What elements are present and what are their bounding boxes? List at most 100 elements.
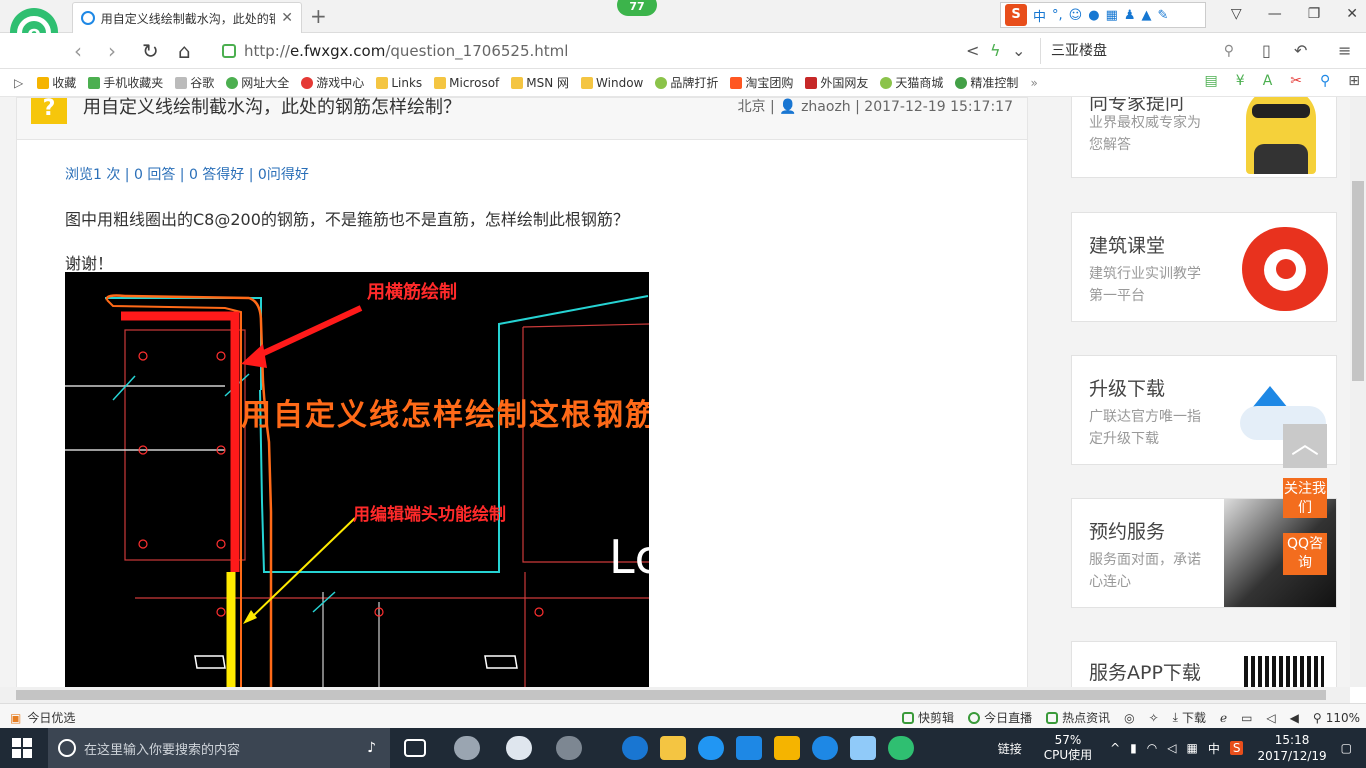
search-icon[interactable]: ⚲ <box>1224 38 1234 64</box>
bookmark-item[interactable]: 网址大全 <box>226 74 289 91</box>
horizontal-scrollbar[interactable] <box>0 687 1350 703</box>
ime-lang-indicator[interactable]: 中 <box>1033 6 1046 25</box>
fan-app-icon[interactable] <box>454 736 480 760</box>
bookmark-item[interactable]: 外国网友 <box>805 74 868 91</box>
sogou-ime-toolbar[interactable]: S 中 °, ☺ ● ▦ ♟ ▲ ✎ <box>1000 2 1206 28</box>
vertical-scrollbar[interactable] <box>1350 97 1366 687</box>
volume-icon[interactable]: ◁ <box>1167 741 1176 755</box>
zoom-control[interactable]: ⚲ 110% <box>1313 711 1360 725</box>
mute-icon[interactable]: ◁ <box>1266 711 1275 725</box>
cpu-meter[interactable]: 57% CPU使用 <box>1044 733 1092 763</box>
follow-us-button[interactable]: 关注我们 <box>1283 478 1327 518</box>
start-button[interactable] <box>12 738 32 758</box>
battery-icon[interactable]: ▮ <box>1130 741 1137 755</box>
notes-app-icon[interactable] <box>774 736 800 760</box>
search-icon[interactable]: ⚲ <box>1320 73 1330 89</box>
bookmark-item[interactable]: 精准控制 <box>955 74 1018 91</box>
status-tool-item[interactable]: 今日直播 <box>968 709 1032 726</box>
chevron-down-icon[interactable]: ⌄ <box>1012 41 1025 60</box>
tray-expand-icon[interactable]: ^ <box>1110 741 1120 755</box>
ie-app-icon[interactable] <box>506 736 532 760</box>
clock[interactable]: 15:18 2017/12/19 <box>1257 732 1326 764</box>
bookmark-item[interactable]: Microsof <box>434 76 499 90</box>
question-stats[interactable]: 浏览1 次 | 0 回答 | 0 答得好 | 0问得好 <box>65 164 309 184</box>
ime-emoji-icon[interactable]: ☺ <box>1069 8 1083 23</box>
g-app-icon[interactable] <box>812 736 838 760</box>
notification-badge[interactable]: 77 <box>617 0 657 16</box>
site-info-icon[interactable] <box>222 44 236 58</box>
back-to-top-button[interactable]: ︿ <box>1283 424 1327 468</box>
ime-punct-indicator[interactable]: °, <box>1052 8 1063 23</box>
book-icon[interactable]: ▤ <box>1205 73 1218 89</box>
sogou-tray-icon[interactable]: S <box>1229 741 1244 755</box>
edge-app-icon[interactable] <box>622 736 648 760</box>
close-button[interactable]: ✕ <box>1346 6 1358 22</box>
home-button[interactable]: ⌂ <box>178 39 191 63</box>
mobile-icon[interactable]: ▯ <box>1262 41 1271 60</box>
restore-button[interactable]: ❐ <box>1308 6 1321 22</box>
bookmark-item[interactable]: 游戏中心 <box>301 74 364 91</box>
browser-app-icon[interactable] <box>888 736 914 760</box>
ime-skin-icon[interactable]: ▲ <box>1142 8 1152 23</box>
ime-keyboard-icon[interactable]: ▦ <box>1106 8 1118 23</box>
notification-center-icon[interactable]: ▢ <box>1341 741 1352 755</box>
ime-user-icon[interactable]: ♟ <box>1124 8 1136 23</box>
apps-grid-icon[interactable]: ⊞ <box>1348 73 1360 89</box>
keyboard-icon[interactable]: ▦ <box>1187 741 1198 755</box>
bookmark-item[interactable]: Links <box>376 76 422 90</box>
lightning-icon[interactable]: ϟ <box>990 41 1001 60</box>
bookmark-item[interactable]: 品牌打折 <box>655 74 718 91</box>
browser-tab[interactable]: 用自定义线绘制截水沟，此处的钢筋怎样绘制？ ✕ <box>72 2 302 33</box>
links-toolbar[interactable]: 链接 <box>998 740 1022 757</box>
qq-consult-button[interactable]: QQ咨询 <box>1283 533 1327 575</box>
forward-button[interactable]: › <box>108 39 116 63</box>
card-ask-expert[interactable]: 向专家提问 业界最权威专家为您解答 <box>1071 97 1337 178</box>
ime-mode[interactable]: 中 <box>1208 740 1220 757</box>
scissors-icon[interactable]: ✂ <box>1290 73 1302 89</box>
search-input[interactable]: 三亚楼盘 ⚲ <box>1040 38 1240 64</box>
speed-icon[interactable]: ◎ <box>1124 711 1134 725</box>
tab-close-icon[interactable]: ✕ <box>281 10 293 26</box>
yuan-icon[interactable]: ¥ <box>1236 73 1245 89</box>
taskbar-search-input[interactable]: 在这里输入你要搜索的内容 ♪ <box>48 728 390 768</box>
question-author[interactable]: zhaozh <box>801 99 851 115</box>
bookmark-item[interactable]: 手机收藏夹 <box>88 74 163 91</box>
bookmark-item[interactable]: Window <box>581 76 643 90</box>
shirt-icon[interactable]: ▽ <box>1231 6 1242 22</box>
ime-settings-icon[interactable]: ✎ <box>1158 8 1169 23</box>
status-tool-item[interactable]: 快剪辑 <box>902 709 954 726</box>
ie-mode-icon[interactable]: ℯ <box>1220 711 1227 725</box>
ime-mic-icon[interactable]: ● <box>1088 8 1099 23</box>
window-icon[interactable]: ▭ <box>1241 711 1252 725</box>
minimize-button[interactable]: — <box>1268 6 1282 22</box>
address-bar[interactable]: http://e.fwxgx.com/question_1706525.html <box>222 38 1032 64</box>
bookmark-item[interactable]: 谷歌 <box>175 74 214 91</box>
image-viewer-icon[interactable] <box>850 736 876 760</box>
microphone-icon[interactable]: ♪ <box>367 740 376 756</box>
file-explorer-icon[interactable] <box>660 736 686 760</box>
share-icon[interactable]: < <box>966 41 979 60</box>
status-tool-item[interactable]: 热点资讯 <box>1046 709 1110 726</box>
sidebar-toggle-icon[interactable]: ▷ <box>14 76 23 90</box>
refresh-button[interactable]: ↻ <box>142 39 159 63</box>
pin-icon[interactable]: ✧ <box>1149 711 1159 725</box>
horizontal-scroll-thumb[interactable] <box>16 690 1326 700</box>
today-picks[interactable]: ▣ 今日优选 <box>10 709 75 726</box>
bookmark-item[interactable]: 收藏 <box>37 74 76 91</box>
vertical-scroll-thumb[interactable] <box>1352 181 1364 381</box>
task-view-icon[interactable] <box>404 739 426 757</box>
cad-app-icon[interactable] <box>736 736 762 760</box>
new-tab-button[interactable]: + <box>310 4 327 28</box>
spiral-app-icon[interactable] <box>556 736 582 760</box>
download-item[interactable]: ⤓ 下载 <box>1173 709 1206 726</box>
menu-icon[interactable]: ≡ <box>1338 41 1351 60</box>
bookmark-item[interactable]: 淘宝团购 <box>730 74 793 91</box>
more-bookmarks-icon[interactable]: » <box>1030 76 1037 90</box>
bookmark-item[interactable]: MSN 网 <box>511 74 569 91</box>
translate-icon[interactable]: A <box>1263 73 1273 89</box>
sound-icon[interactable]: ◀ <box>1290 711 1299 725</box>
card-app-download[interactable]: 服务APP下载 <box>1071 641 1337 687</box>
ie-browser-icon[interactable] <box>698 736 724 760</box>
bookmark-item[interactable]: 天猫商城 <box>880 74 943 91</box>
wifi-icon[interactable]: ◠ <box>1147 741 1157 755</box>
